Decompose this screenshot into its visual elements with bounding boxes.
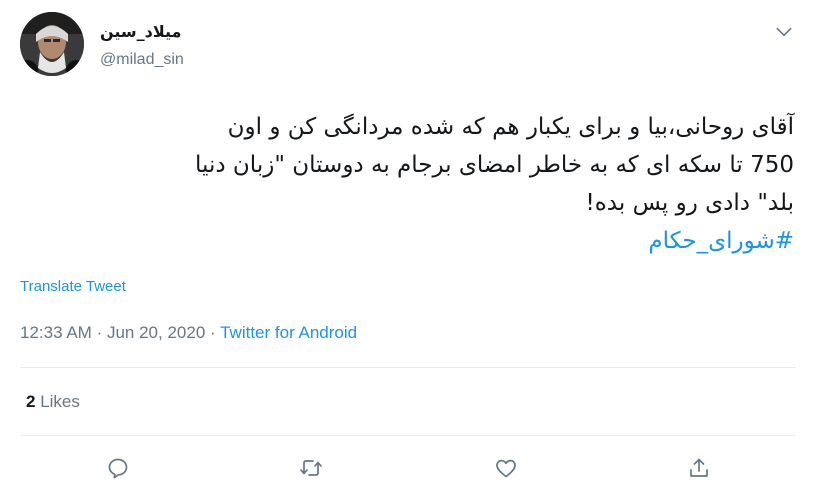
retweet-icon bbox=[300, 460, 322, 476]
tweet-meta: 12:33 AM · Jun 20, 2020 · Twitter for An… bbox=[20, 322, 357, 344]
reply-button[interactable] bbox=[104, 454, 132, 482]
meta-separator: · bbox=[210, 323, 216, 342]
meta-separator: · bbox=[96, 323, 103, 342]
author-display-name[interactable]: میلاد_سین bbox=[100, 22, 181, 42]
translate-tweet-link[interactable]: Translate Tweet bbox=[20, 277, 126, 297]
likes-count: 2 bbox=[26, 392, 36, 411]
avatar[interactable] bbox=[20, 12, 84, 76]
reply-icon bbox=[108, 458, 128, 479]
share-button[interactable] bbox=[685, 454, 713, 482]
author-handle[interactable]: @milad_sin bbox=[100, 50, 184, 70]
tweet-actions-bar bbox=[0, 450, 816, 486]
more-options-button[interactable] bbox=[774, 22, 794, 42]
tweet-text-line: بلد" دادی رو پس بده! bbox=[585, 190, 794, 216]
divider bbox=[20, 435, 796, 436]
likes-label: Likes bbox=[40, 392, 80, 411]
tweet-text-line: 750 تا سکه ای که به خاطر امضای برجام به … bbox=[195, 152, 794, 178]
divider bbox=[20, 367, 796, 368]
tweet-text-line: آقای روحانی،بیا و برای یکبار هم که شده م… bbox=[227, 114, 794, 140]
chevron-down-icon bbox=[776, 27, 792, 37]
tweet-time[interactable]: 12:33 AM bbox=[20, 323, 92, 342]
share-icon bbox=[690, 458, 708, 477]
tweet-source-link[interactable]: Twitter for Android bbox=[220, 323, 357, 342]
heart-icon bbox=[496, 459, 516, 478]
hashtag-link[interactable]: #شورای_حکام bbox=[20, 222, 794, 260]
like-button[interactable] bbox=[492, 454, 520, 482]
profile-photo-icon bbox=[20, 12, 84, 76]
tweet-text: آقای روحانی،بیا و برای یکبار هم که شده م… bbox=[20, 108, 794, 260]
tweet-date[interactable]: Jun 20, 2020 bbox=[107, 323, 205, 342]
likes-stat[interactable]: 2 Likes bbox=[26, 391, 80, 413]
retweet-button[interactable] bbox=[297, 454, 325, 482]
